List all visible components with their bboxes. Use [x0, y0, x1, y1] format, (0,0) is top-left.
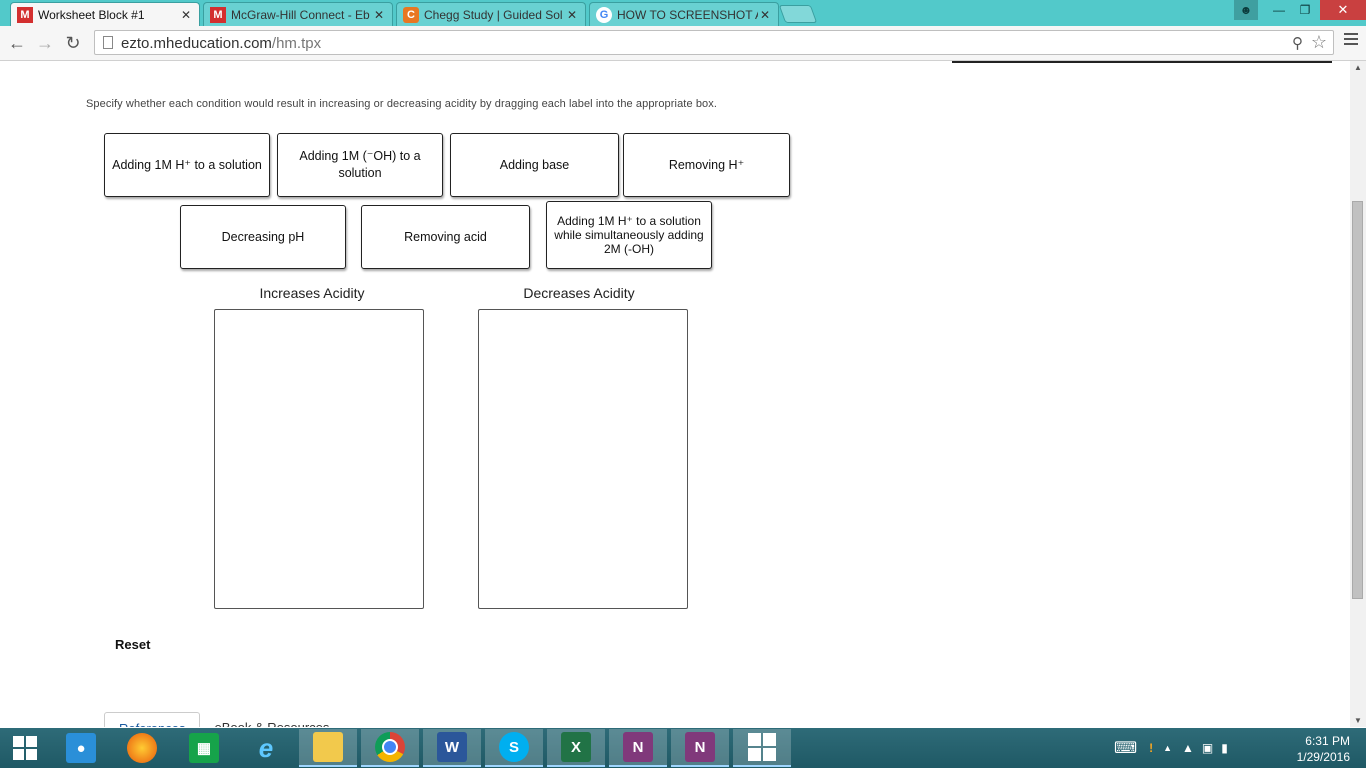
windows-logo-icon: [13, 736, 37, 760]
address-bar[interactable]: ezto.mheducation.com/hm.tpx ⚲ ☆: [94, 30, 1334, 55]
reload-icon[interactable]: ↻: [62, 32, 84, 54]
action-center-icon[interactable]: ▣: [1202, 741, 1213, 755]
mcgraw-hill-favicon-icon: M: [17, 6, 33, 23]
page-scrollbar[interactable]: ▲ ▼: [1350, 61, 1366, 727]
url-text: ezto.mheducation.com/hm.tpx: [121, 35, 321, 52]
skype-icon: S: [499, 732, 529, 762]
tab-mcgraw-hill-connect[interactable]: M McGraw-Hill Connect - Eb ✕: [203, 2, 393, 26]
taskbar-firefox[interactable]: [113, 729, 171, 767]
close-tab-icon[interactable]: ✕: [758, 8, 772, 22]
taskbar-excel[interactable]: X: [547, 729, 605, 767]
scroll-up-arrow-icon[interactable]: ▲: [1350, 63, 1366, 72]
new-tab-button[interactable]: [778, 5, 818, 23]
drop-box-increases-acidity[interactable]: [214, 309, 424, 609]
tab-worksheet[interactable]: M Worksheet Block #1 ✕: [10, 2, 200, 26]
taskbar-chrome[interactable]: [361, 729, 419, 767]
resource-tabs: References eBook & Resources: [104, 712, 344, 727]
scroll-down-arrow-icon[interactable]: ▼: [1350, 716, 1366, 725]
onenote-clipper-icon: N: [685, 732, 715, 762]
clock-time: 6:31 PM: [1305, 734, 1350, 748]
page-icon: [103, 36, 113, 49]
taskbar-store[interactable]: ▦: [175, 729, 233, 767]
browser-toolbar: ← → ↻ ezto.mheducation.com/hm.tpx ⚲ ☆: [0, 26, 1366, 61]
mcgraw-hill-favicon-icon: M: [210, 6, 226, 23]
tab-google-search[interactable]: G HOW TO SCREENSHOT AS ✕: [589, 2, 779, 26]
people-hub-icon: ●: [66, 733, 96, 763]
browser-tab-strip: M Worksheet Block #1 ✕ M McGraw-Hill Con…: [0, 0, 1366, 26]
firefox-icon: [127, 733, 157, 763]
taskbar-onenote[interactable]: N: [609, 729, 667, 767]
zoom-magnifier-icon[interactable]: ⚲: [1292, 34, 1303, 52]
store-icon: ▦: [189, 733, 219, 763]
bookmark-star-icon[interactable]: ☆: [1311, 32, 1327, 53]
tab-title: HOW TO SCREENSHOT AS: [617, 7, 758, 22]
forward-arrow-icon[interactable]: →: [34, 32, 56, 54]
tab-ebook-resources[interactable]: eBook & Resources: [200, 712, 344, 727]
drag-label-adding-h-plus-and-oh[interactable]: Adding 1M H⁺ to a solution while simulta…: [546, 201, 712, 269]
word-icon: W: [437, 732, 467, 762]
chrome-menu-icon[interactable]: [1344, 33, 1358, 48]
close-tab-icon[interactable]: ✕: [565, 8, 579, 22]
show-hidden-icons-chevron-icon[interactable]: ▲: [1163, 743, 1172, 753]
onenote-icon: N: [623, 732, 653, 762]
bin-title-increases-acidity: Increases Acidity: [259, 285, 365, 301]
minimize-icon[interactable]: —: [1266, 0, 1292, 20]
tab-chegg-study[interactable]: C Chegg Study | Guided Sol ✕: [396, 2, 586, 26]
header-divider: [952, 61, 1332, 63]
folder-icon: [313, 732, 343, 762]
taskbar-skype[interactable]: S: [485, 729, 543, 767]
window-close-icon[interactable]: ✕: [1320, 0, 1366, 20]
drag-label-adding-oh[interactable]: Adding 1M (⁻OH) to a solution: [277, 133, 443, 197]
drag-label-adding-h-plus[interactable]: Adding 1M H⁺ to a solution: [104, 133, 270, 197]
drag-label-adding-base[interactable]: Adding base: [450, 133, 619, 197]
system-tray: ⌨ ! ▲ ▲ ▣ ▮: [1114, 728, 1228, 768]
tab-title: Chegg Study | Guided Sol: [424, 7, 563, 22]
taskbar-people-hub[interactable]: ●: [52, 729, 110, 767]
restore-icon[interactable]: ❐: [1292, 0, 1318, 20]
taskbar-windows-app[interactable]: [733, 729, 791, 767]
close-tab-icon[interactable]: ✕: [179, 8, 193, 22]
user-profile-icon[interactable]: ☻: [1234, 0, 1258, 20]
question-instructions: Specify whether each condition would res…: [86, 98, 718, 110]
chegg-favicon-icon: C: [403, 6, 419, 23]
google-favicon-icon: G: [596, 6, 612, 23]
scrollbar-thumb[interactable]: [1352, 201, 1363, 599]
tab-title: Worksheet Block #1: [38, 7, 145, 22]
chrome-icon: [375, 732, 405, 762]
network-signal-icon[interactable]: ▲: [1182, 741, 1194, 755]
drop-box-decreases-acidity[interactable]: [478, 309, 688, 609]
drag-label-decreasing-ph[interactable]: Decreasing pH: [180, 205, 346, 269]
url-path: /hm.tpx: [271, 35, 322, 52]
taskbar-onenote-clipper[interactable]: N: [671, 729, 729, 767]
battery-icon[interactable]: ▮: [1221, 741, 1228, 755]
taskbar-file-explorer[interactable]: [299, 729, 357, 767]
page-content: Specify whether each condition would res…: [0, 61, 1350, 727]
close-tab-icon[interactable]: ✕: [372, 8, 386, 22]
tab-title: McGraw-Hill Connect - Eb: [231, 7, 370, 22]
bin-title-decreases-acidity: Decreases Acidity: [523, 285, 635, 301]
windows-taskbar: ● ▦ e W S X N N ⌨ ! ▲ ▲ ▣ ▮ 6:31 PM 1/29…: [0, 728, 1366, 768]
taskbar-internet-explorer[interactable]: e: [237, 729, 295, 767]
start-button[interactable]: [0, 729, 50, 767]
notification-alert-icon[interactable]: !: [1149, 741, 1153, 755]
tab-references[interactable]: References: [104, 712, 201, 727]
url-domain: ezto.mheducation.com: [121, 35, 272, 52]
keyboard-icon[interactable]: ⌨: [1114, 738, 1137, 758]
excel-icon: X: [561, 732, 591, 762]
back-arrow-icon[interactable]: ←: [6, 32, 28, 54]
taskbar-clock[interactable]: 6:31 PM 1/29/2016: [1297, 733, 1350, 765]
reset-button[interactable]: Reset: [115, 637, 150, 652]
clock-date: 1/29/2016: [1296, 750, 1350, 764]
internet-explorer-icon: e: [258, 732, 274, 763]
drag-label-removing-acid[interactable]: Removing acid: [361, 205, 530, 269]
drag-label-removing-h-plus[interactable]: Removing H⁺: [623, 133, 790, 197]
windows-app-icon: [748, 733, 776, 761]
taskbar-word[interactable]: W: [423, 729, 481, 767]
